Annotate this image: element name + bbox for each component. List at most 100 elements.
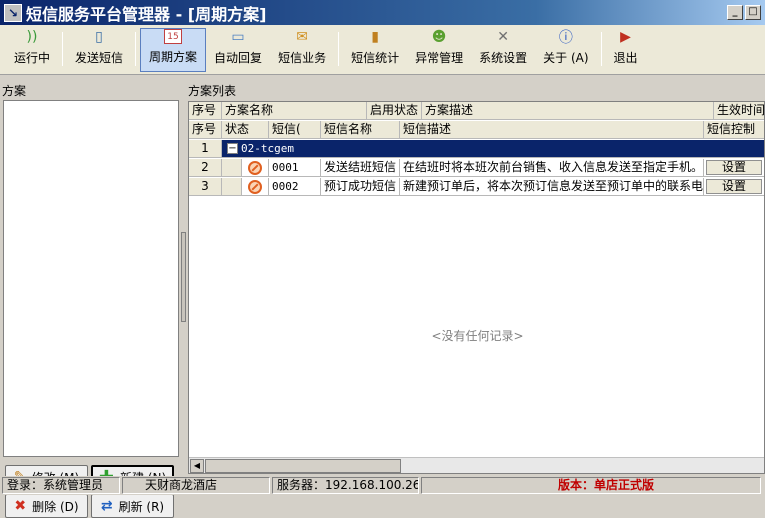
collapse-icon[interactable]: − bbox=[227, 143, 238, 154]
col-header-index[interactable]: 序号 bbox=[189, 102, 222, 120]
disabled-status-icon bbox=[248, 160, 262, 175]
row-sms-desc: 在结班时将本班次前台销售、收入信息发送至指定手机。 bbox=[400, 159, 704, 177]
row-index: 1 bbox=[189, 140, 222, 158]
toolbar-separator bbox=[338, 32, 340, 66]
row-status bbox=[242, 159, 269, 177]
bug-icon: ☻ bbox=[431, 29, 447, 45]
toolbar-sms-business-label: 短信业务 bbox=[278, 51, 327, 65]
delete-button-label: 删除 (D) bbox=[32, 499, 79, 514]
toolbar-sms-stats-label: 短信统计 bbox=[351, 51, 400, 65]
scroll-left-icon[interactable]: ◀ bbox=[190, 459, 204, 473]
toolbar-separator bbox=[600, 32, 602, 66]
plan-grid[interactable]: 序号 方案名称 启用状态 方案描述 生效时间 序号 状态 短信( 短信名称 短信… bbox=[188, 101, 765, 474]
toolbar-cycle-plan-label: 周期方案 bbox=[149, 50, 198, 64]
toolbar-auto-reply-label: 自动回复 bbox=[214, 51, 263, 65]
row-sms-control: 设置 bbox=[704, 178, 764, 196]
toolbar-send-sms-button[interactable]: ▯ 发送短信 bbox=[67, 28, 131, 72]
row-index: 2 bbox=[189, 159, 222, 177]
toolbar-cycle-plan-button[interactable]: 15 周期方案 bbox=[140, 28, 207, 72]
settings-button[interactable]: 设置 bbox=[706, 160, 762, 175]
row-sms-control: 设置 bbox=[704, 159, 764, 177]
col-header-index[interactable]: 序号 bbox=[189, 121, 222, 139]
scroll-thumb[interactable] bbox=[205, 459, 401, 473]
toolbar: )) 运行中 ▯ 发送短信 15 周期方案 ▭ 自动回复 ✉ 短信业务 ▮ 短信… bbox=[0, 25, 765, 75]
row-sms-name: 预订成功短信 bbox=[321, 178, 400, 196]
status-server: 服务器：192.168.100.26 bbox=[272, 477, 419, 494]
group-name: 02-tcgem bbox=[241, 142, 294, 155]
empty-placeholder: <没有任何记录> bbox=[431, 329, 524, 343]
toolbar-exit-button[interactable]: ▶ 退出 bbox=[606, 28, 646, 72]
row-indent bbox=[222, 178, 242, 196]
plan-list-panel: 方案列表 序号 方案名称 启用状态 方案描述 生效时间 序号 状态 短信( 短信… bbox=[187, 82, 765, 474]
horizontal-scrollbar[interactable]: ◀ bbox=[189, 457, 764, 473]
col-header-sms-name[interactable]: 短信名称 bbox=[321, 121, 400, 139]
col-header-plan-desc[interactable]: 方案描述 bbox=[422, 102, 714, 120]
status-hotel: 天财商龙酒店 bbox=[122, 477, 270, 494]
toolbar-separator bbox=[62, 32, 64, 66]
info-icon: ⓘ bbox=[558, 30, 573, 46]
title-bar: ↘ 短信服务平台管理器 - [周期方案] _ □ bbox=[0, 0, 765, 25]
toolbar-separator bbox=[135, 32, 137, 66]
col-header-sms-code[interactable]: 短信( bbox=[269, 121, 321, 139]
toolbar-exception-button[interactable]: ☻ 异常管理 bbox=[407, 28, 471, 72]
refresh-icon: ⇄ bbox=[100, 498, 113, 514]
toolbar-running-button[interactable]: )) 运行中 bbox=[6, 28, 58, 72]
toolbar-exception-label: 异常管理 bbox=[415, 51, 464, 65]
splitter-grip[interactable] bbox=[181, 232, 186, 322]
col-header-effective-time[interactable]: 生效时间 bbox=[714, 102, 764, 120]
phone-icon: ▯ bbox=[95, 29, 103, 45]
row-status bbox=[242, 178, 269, 196]
row-indent bbox=[222, 159, 242, 177]
col-header-sms-desc[interactable]: 短信描述 bbox=[400, 121, 704, 139]
col-header-status[interactable]: 状态 bbox=[222, 121, 269, 139]
toolbar-running-label: 运行中 bbox=[14, 51, 51, 65]
status-login: 登录：系统管理员 bbox=[2, 477, 120, 494]
row-sms-name: 发送结班短信 bbox=[321, 159, 400, 177]
plan-list[interactable] bbox=[3, 100, 179, 457]
toolbar-about-button[interactable]: ⓘ 关于 (A) bbox=[535, 28, 596, 72]
group-row[interactable]: 1 −02-tcgem bbox=[189, 140, 764, 158]
settings-button[interactable]: 设置 bbox=[706, 179, 762, 194]
envelope-icon: ✉ bbox=[296, 29, 308, 45]
row-sms-desc: 新建预订单后，将本次预订信息发送至预订单中的联系电 bbox=[400, 178, 704, 196]
row-sms-code: 0001 bbox=[269, 159, 321, 177]
signal-icon: )) bbox=[26, 29, 38, 45]
chat-bubble-icon: ▭ bbox=[231, 29, 245, 45]
toolbar-settings-label: 系统设置 bbox=[479, 51, 528, 65]
refresh-button-label: 刷新 (R) bbox=[118, 499, 165, 514]
toolbar-send-sms-label: 发送短信 bbox=[75, 51, 124, 65]
row-index: 3 bbox=[189, 178, 222, 196]
app-icon: ↘ bbox=[4, 3, 22, 22]
toolbar-auto-reply-button[interactable]: ▭ 自动回复 bbox=[206, 28, 270, 72]
col-header-sms-control[interactable]: 短信控制 bbox=[704, 121, 764, 139]
tools-icon: ✕ bbox=[497, 29, 509, 45]
maximize-button[interactable]: □ bbox=[745, 5, 761, 20]
delete-x-icon: ✖ bbox=[14, 498, 27, 514]
toolbar-sms-stats-button[interactable]: ▮ 短信统计 bbox=[343, 28, 407, 72]
plan-panel: 方案 ✎ 修改 (M) ✚ 新建 (N) ✖ 删除 (D) ⇄ 刷新 (R) bbox=[0, 82, 182, 518]
plan-panel-label: 方案 bbox=[2, 84, 27, 98]
panel-splitter[interactable] bbox=[181, 82, 186, 472]
table-row[interactable]: 3 0002 预订成功短信 新建预订单后，将本次预订信息发送至预订单中的联系电 … bbox=[189, 178, 764, 196]
status-bar: 登录：系统管理员 天财商龙酒店 服务器：192.168.100.26 版本：单店… bbox=[0, 476, 765, 495]
col-header-plan-name[interactable]: 方案名称 bbox=[222, 102, 367, 120]
exit-door-icon: ▶ bbox=[620, 29, 631, 45]
toolbar-sms-business-button[interactable]: ✉ 短信业务 bbox=[270, 28, 334, 72]
disabled-status-icon bbox=[248, 179, 262, 194]
toolbar-settings-button[interactable]: ✕ 系统设置 bbox=[471, 28, 535, 72]
col-header-enabled[interactable]: 启用状态 bbox=[367, 102, 422, 120]
toolbar-about-label: 关于 (A) bbox=[543, 51, 589, 65]
group-cell: −02-tcgem bbox=[222, 140, 764, 158]
minimize-button[interactable]: _ bbox=[727, 5, 743, 20]
grid-header-detail: 序号 状态 短信( 短信名称 短信描述 短信控制 bbox=[189, 121, 764, 139]
toolbar-exit-label: 退出 bbox=[613, 51, 638, 65]
refresh-button[interactable]: ⇄ 刷新 (R) bbox=[91, 494, 174, 518]
row-sms-code: 0002 bbox=[269, 178, 321, 196]
bar-chart-icon: ▮ bbox=[371, 29, 379, 45]
calendar-icon: 15 bbox=[164, 29, 183, 44]
window-title: 短信服务平台管理器 - [周期方案] bbox=[26, 4, 267, 24]
status-version: 版本：单店正式版 bbox=[421, 477, 761, 494]
delete-button[interactable]: ✖ 删除 (D) bbox=[5, 494, 88, 518]
grid-header-master: 序号 方案名称 启用状态 方案描述 生效时间 bbox=[189, 102, 764, 120]
table-row[interactable]: 2 0001 发送结班短信 在结班时将本班次前台销售、收入信息发送至指定手机。 … bbox=[189, 159, 764, 177]
